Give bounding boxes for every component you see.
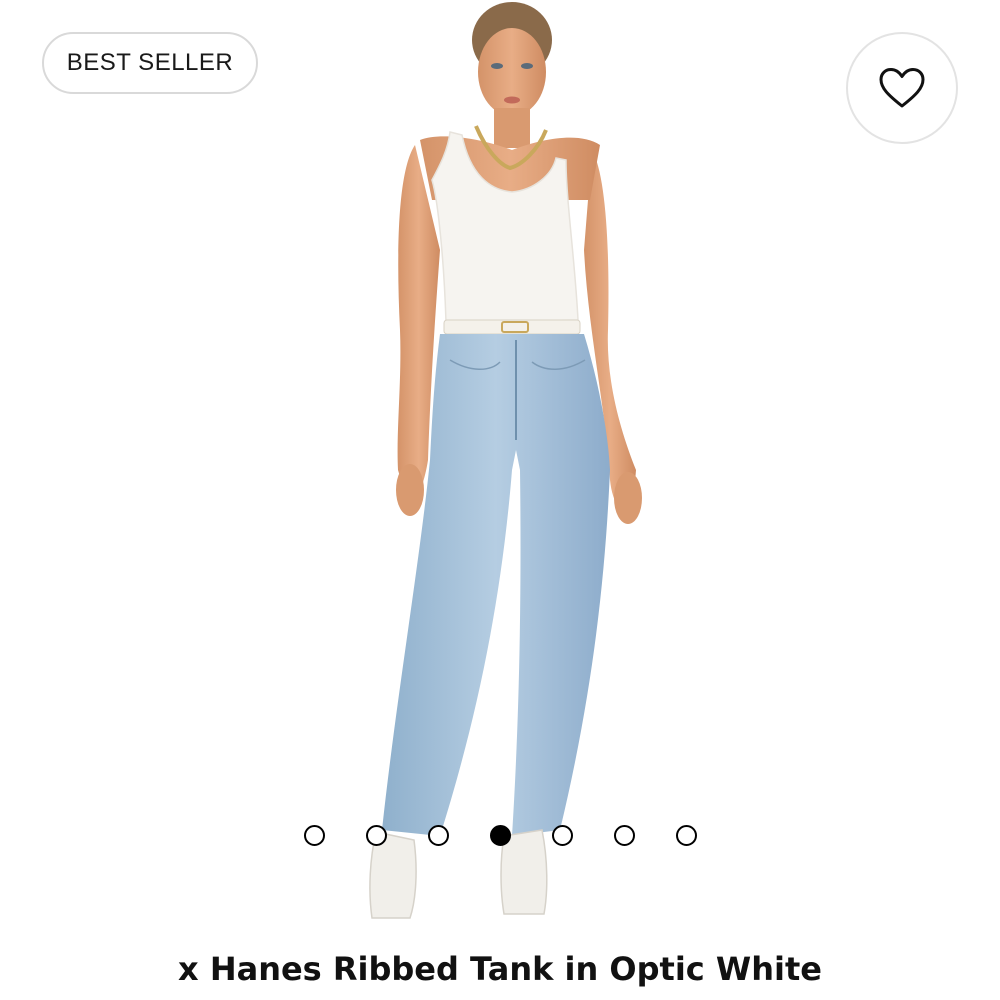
carousel-dot[interactable] bbox=[551, 824, 573, 846]
wishlist-button[interactable] bbox=[846, 32, 958, 144]
product-detail-screen: BEST SELLER x Hanes Ribbed Tank in Optic… bbox=[0, 0, 1000, 1000]
carousel-dot[interactable] bbox=[303, 824, 325, 846]
best-seller-badge: BEST SELLER bbox=[42, 32, 258, 94]
carousel-dot[interactable] bbox=[365, 824, 387, 846]
model-illustration bbox=[369, 2, 642, 919]
best-seller-label: BEST SELLER bbox=[66, 49, 234, 76]
product-title: x Hanes Ribbed Tank in Optic White bbox=[178, 950, 822, 988]
carousel-dots bbox=[0, 822, 1000, 848]
heart-outline-icon bbox=[879, 68, 925, 108]
carousel-dot[interactable] bbox=[613, 824, 635, 846]
product-image[interactable] bbox=[0, 0, 1000, 945]
carousel-dot[interactable] bbox=[675, 824, 697, 846]
carousel-dot[interactable] bbox=[427, 824, 449, 846]
carousel-dot-active[interactable] bbox=[489, 824, 511, 846]
